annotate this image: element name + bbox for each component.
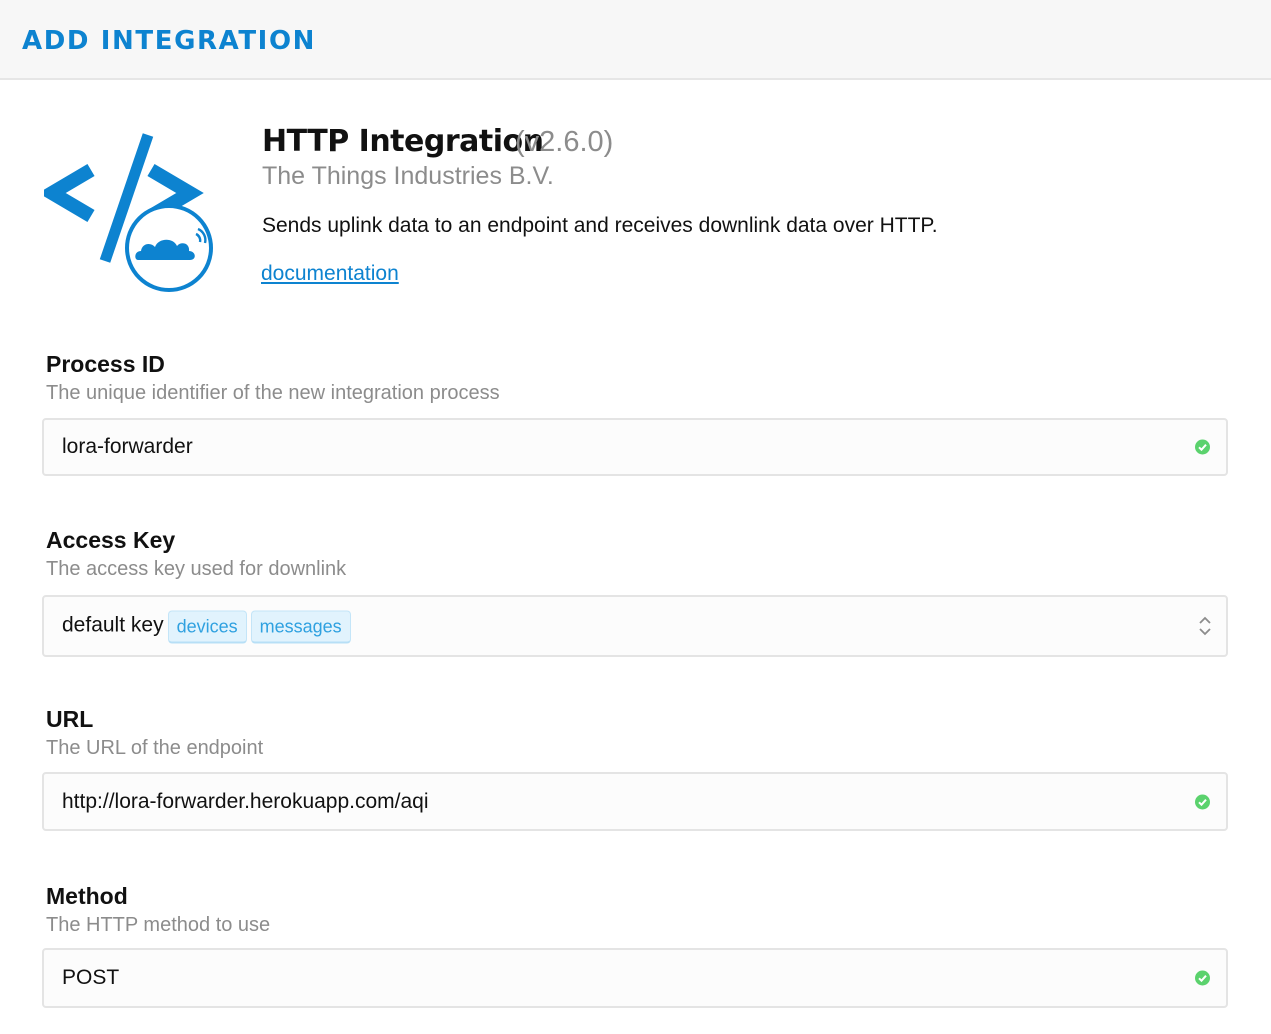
access-key-value: default key devices messages xyxy=(62,610,351,644)
check-circle-icon xyxy=(1195,970,1210,986)
access-key-label: Access Key xyxy=(46,527,176,553)
rights-tag-devices: devices xyxy=(167,610,247,644)
process-id-field[interactable]: lora-forwarder xyxy=(42,418,1228,476)
http-integration-logo-icon xyxy=(44,133,213,292)
documentation-link[interactable]: documentation xyxy=(261,262,399,286)
page-header: ADD INTEGRATION xyxy=(0,0,1271,80)
integration-version: (v2.6.0) xyxy=(515,126,614,158)
url-help: The URL of the endpoint xyxy=(46,737,264,759)
process-id-label: Process ID xyxy=(46,351,165,377)
integration-vendor: The Things Industries B.V. xyxy=(262,162,554,190)
access-key-help: The access key used for downlink xyxy=(46,558,347,580)
method-value: POST xyxy=(62,966,120,989)
access-key-name: default key xyxy=(62,613,164,637)
rights-tag-messages: messages xyxy=(250,610,351,644)
integration-name: HTTP Integration xyxy=(262,124,544,159)
select-arrows-icon xyxy=(1199,616,1211,636)
check-circle-icon xyxy=(1195,439,1210,455)
process-id-value: lora-forwarder xyxy=(62,435,193,458)
url-value: http://lora-forwarder.herokuapp.com/aqi xyxy=(62,789,429,813)
method-field[interactable]: POST xyxy=(42,948,1228,1008)
access-key-select[interactable]: default key devices messages xyxy=(42,595,1228,657)
integration-description: Sends uplink data to an endpoint and rec… xyxy=(262,214,938,237)
method-label: Method xyxy=(46,883,128,909)
method-help: The HTTP method to use xyxy=(46,914,271,936)
check-circle-icon xyxy=(1195,794,1210,809)
url-field[interactable]: http://lora-forwarder.herokuapp.com/aqi xyxy=(42,772,1228,831)
process-id-help: The unique identifier of the new integra… xyxy=(46,382,500,404)
page-title: ADD INTEGRATION xyxy=(22,26,317,56)
url-label: URL xyxy=(46,706,94,732)
